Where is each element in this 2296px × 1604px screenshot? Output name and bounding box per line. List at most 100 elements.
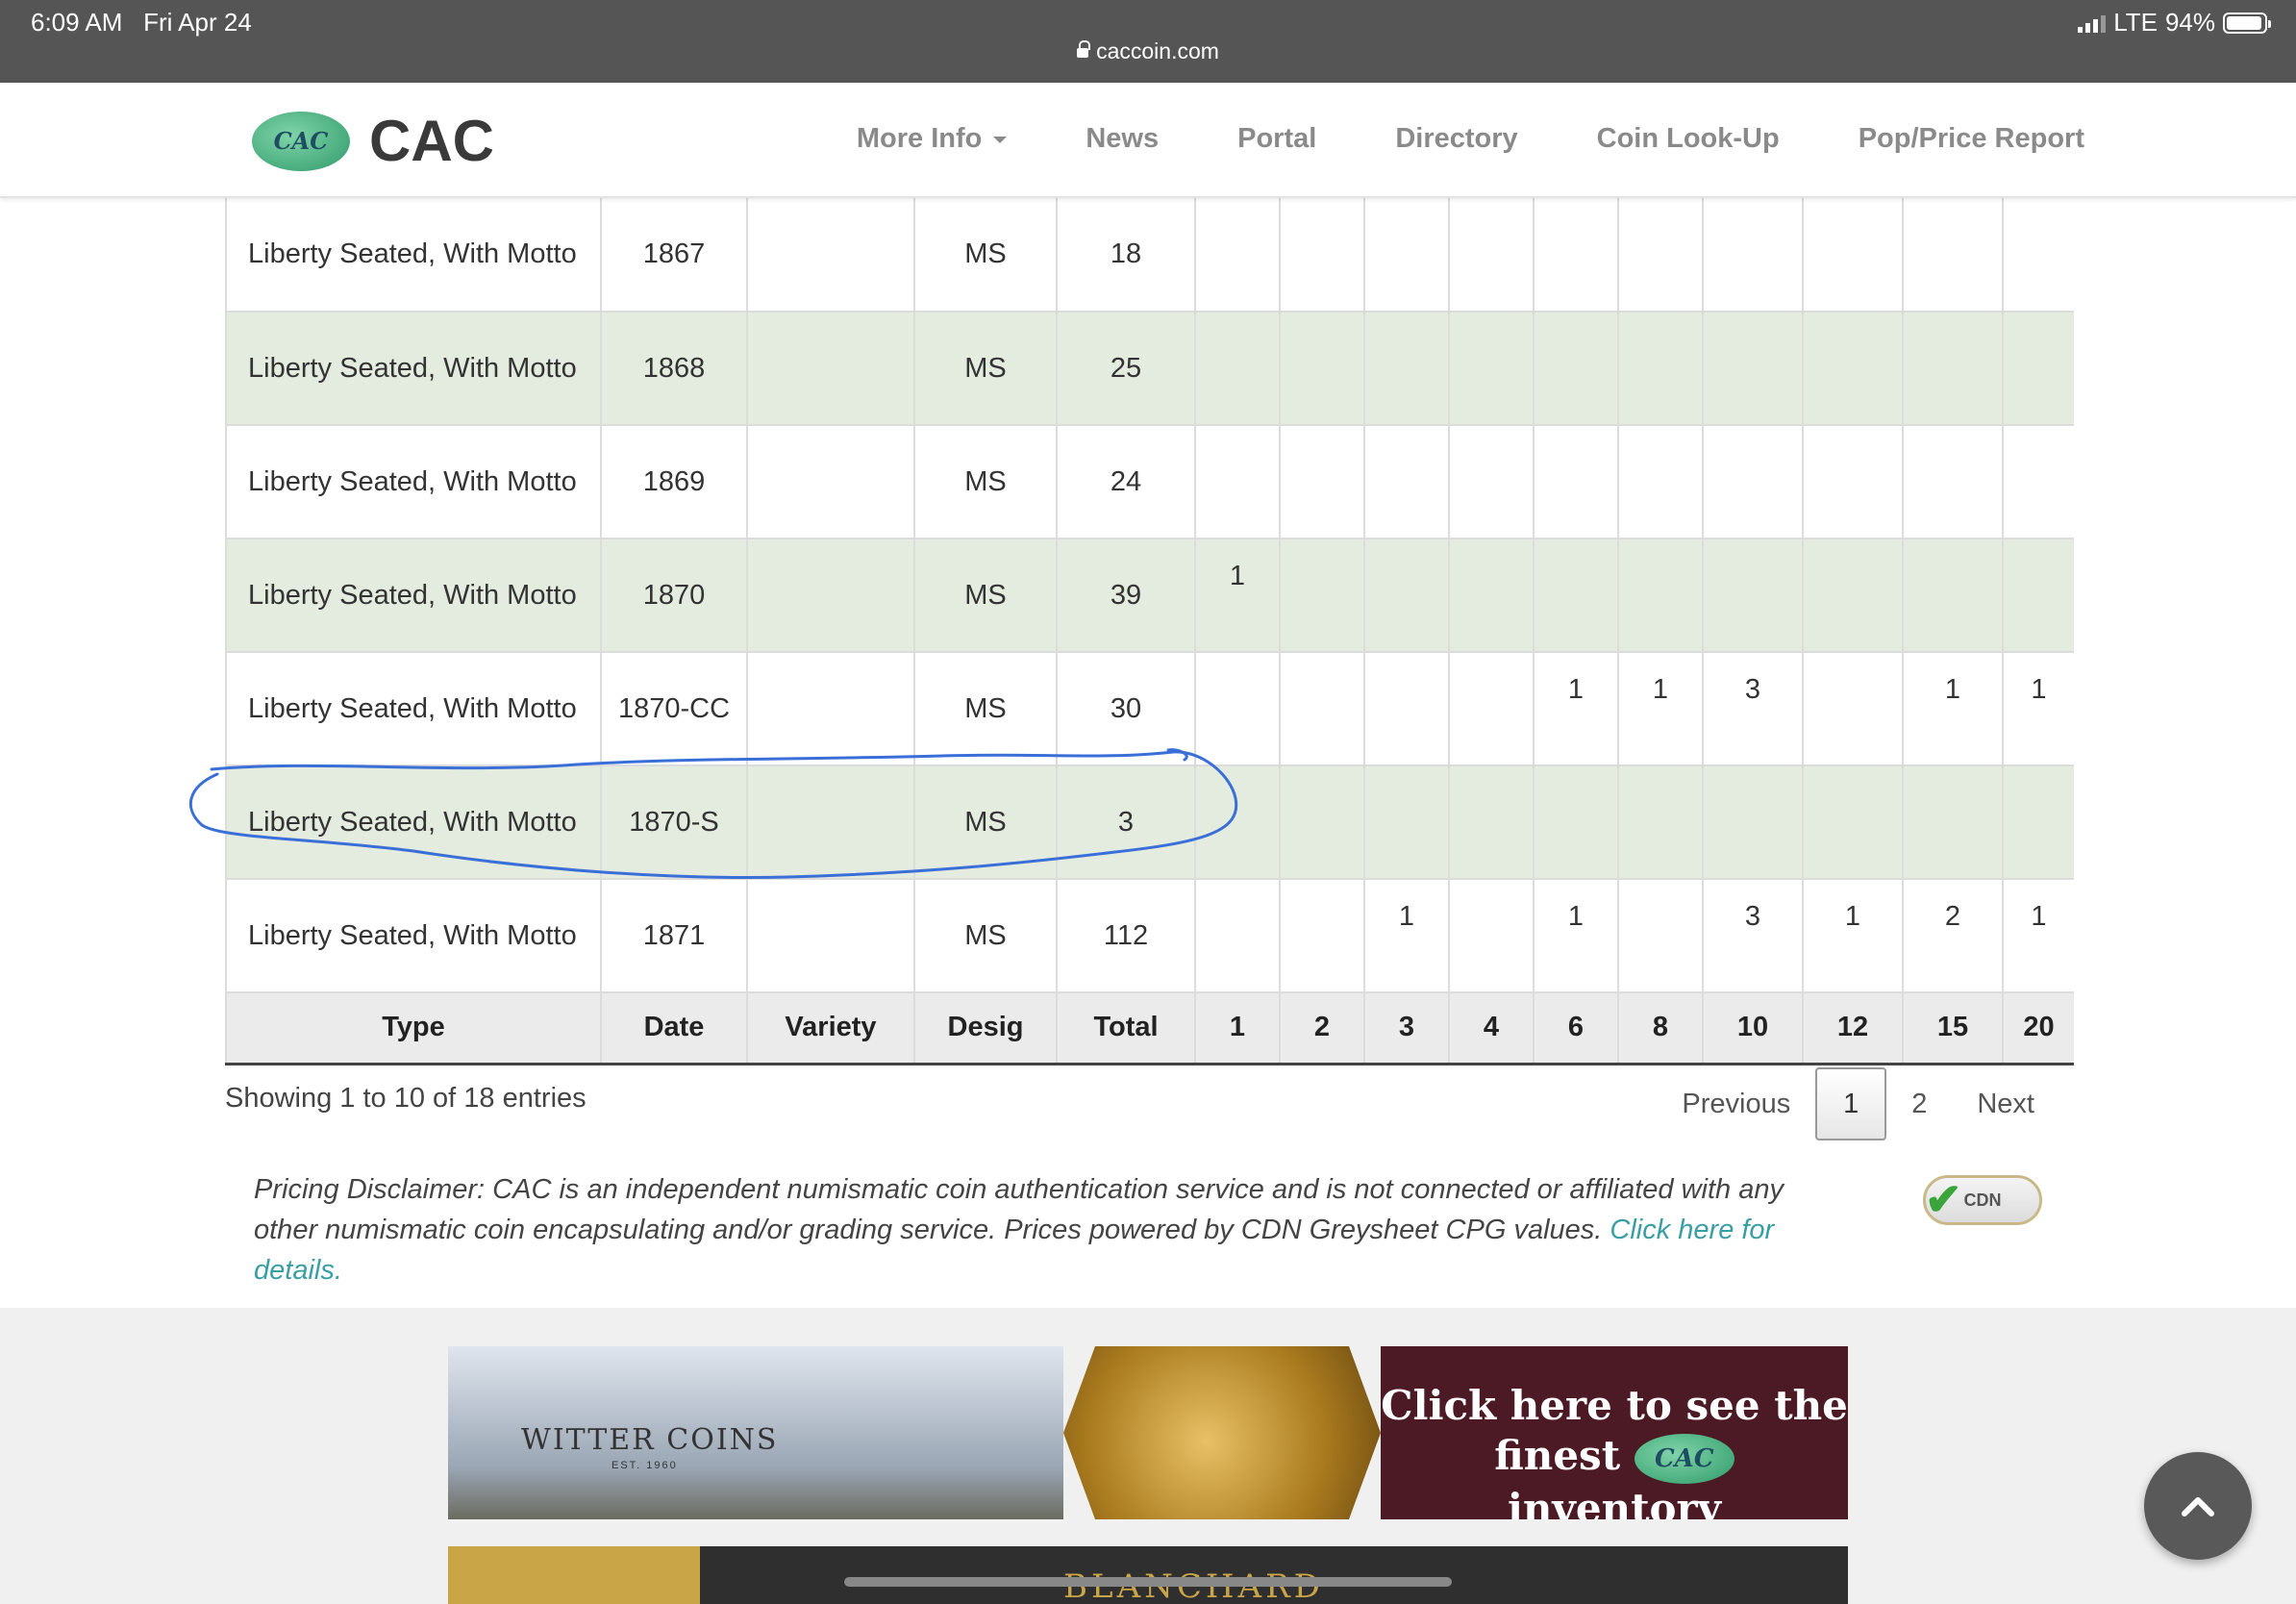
cell-grade-count: 1 — [1533, 879, 1619, 993]
cell-desig: MS — [913, 879, 1058, 993]
cell-grade-count — [1533, 425, 1619, 539]
pricing-disclaimer: Pricing Disclaimer: CAC is an independen… — [254, 1174, 1784, 1286]
address-bar[interactable]: caccoin.com — [0, 38, 2296, 64]
cell-date: 1868 — [600, 312, 748, 426]
site-logo[interactable]: CAC CAC — [252, 108, 494, 174]
site-navbar: CAC CAC More Info News Portal Directory … — [0, 83, 2296, 198]
cell-grade-count — [1802, 765, 1904, 880]
witter-coins-banner[interactable]: WITTER COINS EST. 1960 Click here to see… — [448, 1346, 1848, 1519]
cell-grade-count — [2002, 765, 2074, 880]
cell-grade-count — [1702, 198, 1804, 313]
scroll-to-top-button[interactable] — [2144, 1452, 2252, 1560]
nav-pop-price-report[interactable]: Pop/Price Report — [1859, 123, 2084, 155]
cell-grade-count — [1902, 765, 2004, 880]
cell-date: 1869 — [600, 425, 748, 539]
column-header[interactable]: 8 — [1617, 992, 1704, 1065]
column-header[interactable]: 15 — [1902, 992, 2004, 1065]
cell-grade-count — [1363, 765, 1450, 880]
cell-total: 30 — [1056, 652, 1196, 766]
cell-date: 1871 — [600, 879, 748, 993]
blanchard-banner[interactable]: BLANCHARD — [448, 1546, 1848, 1604]
cell-grade-count — [1617, 425, 1704, 539]
pagination: Previous 1 2 Next — [1657, 1067, 2059, 1140]
cell-grade-count — [1194, 765, 1281, 880]
cell-type: Liberty Seated, With Motto — [225, 879, 602, 993]
table-row: Liberty Seated, With Motto 1871 MS 112 1 1 3 1 2… — [225, 879, 2074, 993]
nav-news[interactable]: News — [1086, 123, 1159, 155]
cell-grade-count: 1 — [2002, 652, 2074, 766]
cell-type: Liberty Seated, With Motto — [225, 425, 602, 539]
cell-grade-count — [1279, 425, 1365, 539]
table-row: Liberty Seated, With Motto 1868 MS 25 — [225, 312, 2074, 426]
gold-coin-image — [1063, 1346, 1381, 1519]
previous-page-button[interactable]: Previous — [1657, 1069, 1815, 1139]
column-header[interactable]: 12 — [1802, 992, 1904, 1065]
network-label: LTE — [2113, 8, 2158, 37]
checkmark-icon: ✔ — [1925, 1174, 1962, 1224]
cell-grade-count: 1 — [1617, 652, 1704, 766]
cell-grade-count — [1702, 539, 1804, 653]
cell-grade-count — [1448, 312, 1535, 426]
cell-grade-count — [1902, 198, 2004, 313]
nav-coin-lookup[interactable]: Coin Look-Up — [1597, 123, 1780, 155]
column-header[interactable]: 3 — [1363, 992, 1450, 1065]
cell-grade-count — [1448, 198, 1535, 313]
column-header[interactable]: Type — [225, 992, 602, 1065]
column-header[interactable]: Total — [1056, 992, 1196, 1065]
status-time: 6:09 AM Fri Apr 24 — [31, 8, 252, 37]
population-table: Liberty Seated, With Motto 1867 MS 18 Libert… — [225, 198, 2074, 1065]
cell-grade-count — [1448, 765, 1535, 880]
cell-grade-count — [1363, 198, 1450, 313]
cell-grade-count: 1 — [1194, 539, 1281, 653]
column-header[interactable]: 10 — [1702, 992, 1804, 1065]
nav-portal[interactable]: Portal — [1237, 123, 1316, 155]
signal-icon — [2078, 13, 2107, 33]
table-header-row: Type Date Variety Desig Total 1 2 3 4 6 8 10 12 15 20 — [225, 992, 2074, 1065]
cell-desig: MS — [913, 198, 1058, 313]
cell-total: 112 — [1056, 879, 1196, 993]
cell-grade-count — [1702, 312, 1804, 426]
cell-grade-count — [1194, 198, 1281, 313]
next-page-button[interactable]: Next — [1952, 1069, 2059, 1139]
table-row: Liberty Seated, With Motto 1870 MS 39 1 — [225, 539, 2074, 653]
cell-total: 39 — [1056, 539, 1196, 653]
cell-grade-count — [1533, 198, 1619, 313]
cell-grade-count — [1802, 539, 1904, 653]
column-header[interactable]: 6 — [1533, 992, 1619, 1065]
page-2-button[interactable]: 2 — [1886, 1069, 1952, 1139]
column-header[interactable]: 20 — [2002, 992, 2074, 1065]
cell-desig: MS — [913, 765, 1058, 880]
column-header[interactable]: Date — [600, 992, 748, 1065]
cell-type: Liberty Seated, With Motto — [225, 198, 602, 313]
page-1-button[interactable]: 1 — [1815, 1067, 1887, 1140]
cell-grade-count — [1363, 539, 1450, 653]
column-header[interactable]: Desig — [913, 992, 1058, 1065]
cell-grade-count — [2002, 425, 2074, 539]
ios-status-bar: 6:09 AM Fri Apr 24 caccoin.com LTE 94% — [0, 0, 2296, 83]
nav-links: More Info News Portal Directory Coin Loo… — [857, 123, 2084, 155]
cell-type: Liberty Seated, With Motto — [225, 652, 602, 766]
cell-type: Liberty Seated, With Motto — [225, 765, 602, 880]
cell-grade-count — [1363, 425, 1450, 539]
cell-grade-count — [1448, 879, 1535, 993]
cell-date: 1870 — [600, 539, 748, 653]
cac-logo-mark: CAC — [252, 111, 350, 171]
cell-grade-count: 2 — [1902, 879, 2004, 993]
cell-total: 18 — [1056, 198, 1196, 313]
cell-desig: MS — [913, 312, 1058, 426]
cell-desig: MS — [913, 425, 1058, 539]
nav-more-info[interactable]: More Info — [857, 123, 1008, 155]
cell-grade-count — [2002, 312, 2074, 426]
banner-building-image: WITTER COINS EST. 1960 — [448, 1346, 1063, 1519]
cell-grade-count: 1 — [1802, 879, 1904, 993]
cell-grade-count — [1617, 198, 1704, 313]
column-header[interactable]: Variety — [746, 992, 915, 1065]
nav-directory[interactable]: Directory — [1395, 123, 1517, 155]
cell-grade-count — [1279, 765, 1365, 880]
cell-grade-count — [1279, 312, 1365, 426]
column-header[interactable]: 4 — [1448, 992, 1535, 1065]
column-header[interactable]: 1 — [1194, 992, 1281, 1065]
cell-type: Liberty Seated, With Motto — [225, 312, 602, 426]
cell-grade-count: 1 — [1363, 879, 1450, 993]
column-header[interactable]: 2 — [1279, 992, 1365, 1065]
